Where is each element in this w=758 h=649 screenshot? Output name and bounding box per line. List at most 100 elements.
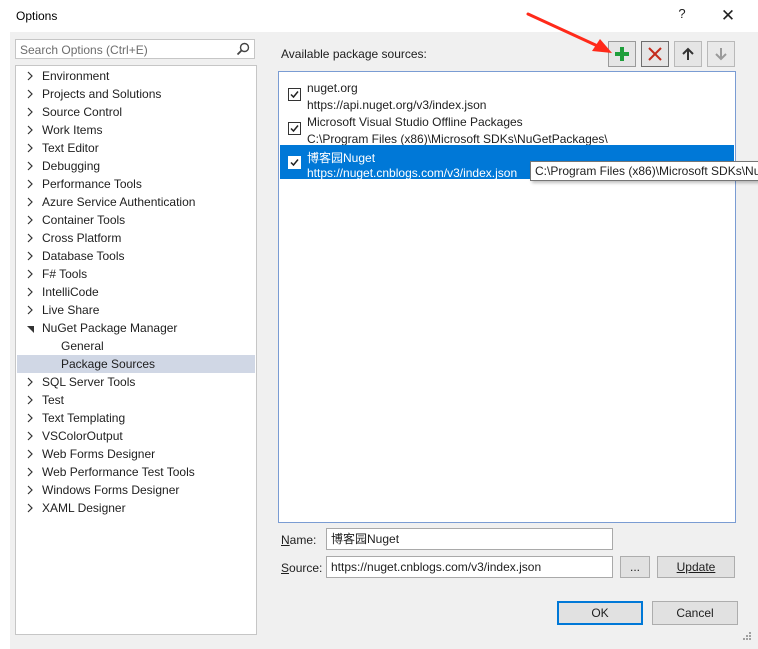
chevron-right-icon[interactable] xyxy=(26,139,36,157)
options-tree[interactable]: Environment Projects and Solutions Source … xyxy=(15,65,257,635)
chevron-right-icon[interactable] xyxy=(26,67,36,85)
tree-item-label: Web Forms Designer xyxy=(42,447,156,461)
tree-item-label: NuGet Package Manager xyxy=(42,321,178,335)
chevron-right-icon[interactable] xyxy=(26,157,36,175)
source-name: Microsoft Visual Studio Offline Packages xyxy=(307,115,523,129)
chevron-right-icon[interactable] xyxy=(26,211,36,229)
tree-item-label: Live Share xyxy=(42,303,100,317)
cancel-button[interactable]: Cancel xyxy=(652,601,738,625)
tree-item[interactable]: Windows Forms Designer xyxy=(17,481,255,499)
tree-item[interactable]: Source Control xyxy=(17,103,255,121)
tree-item-label: VSColorOutput xyxy=(42,429,123,443)
chevron-right-icon[interactable] xyxy=(26,445,36,463)
tree-item-label: Test xyxy=(42,393,65,407)
resize-grip-icon[interactable] xyxy=(738,629,752,643)
source-name: 博客园Nuget xyxy=(307,151,376,165)
tree-item[interactable]: Text Editor xyxy=(17,139,255,157)
chevron-right-icon[interactable] xyxy=(26,499,36,517)
tree-item[interactable]: SQL Server Tools xyxy=(17,373,255,391)
chevron-right-icon[interactable] xyxy=(26,265,36,283)
tree-item-label: F# Tools xyxy=(42,267,88,281)
source-label: Source: xyxy=(281,561,322,575)
source-enabled-checkbox[interactable] xyxy=(288,156,301,169)
tree-item[interactable]: Performance Tools xyxy=(17,175,255,193)
chevron-right-icon[interactable] xyxy=(26,427,36,445)
source-url: https://nuget.cnblogs.com/v3/index.json xyxy=(307,166,518,180)
tree-item[interactable]: Environment xyxy=(17,67,255,85)
chevron-right-icon[interactable] xyxy=(26,103,36,121)
search-icon xyxy=(236,42,250,56)
name-field[interactable]: 博客园Nuget xyxy=(326,528,613,550)
source-enabled-checkbox[interactable] xyxy=(288,122,301,135)
chevron-down-icon[interactable] xyxy=(26,319,36,337)
tree-item[interactable]: Debugging xyxy=(17,157,255,175)
tree-item[interactable]: Cross Platform xyxy=(17,229,255,247)
chevron-right-icon[interactable] xyxy=(26,175,36,193)
chevron-right-icon[interactable] xyxy=(26,409,36,427)
tree-item-label: IntelliCode xyxy=(42,285,99,299)
update-button[interactable]: Update xyxy=(657,556,735,578)
tree-item[interactable]: Web Forms Designer xyxy=(17,445,255,463)
name-label-accesskey: N xyxy=(281,533,290,547)
tree-item[interactable]: Package Sources xyxy=(17,355,255,373)
plus-icon xyxy=(615,47,629,61)
ok-button[interactable]: OK xyxy=(557,601,643,625)
tree-item[interactable]: Database Tools xyxy=(17,247,255,265)
add-source-button[interactable] xyxy=(608,41,636,67)
chevron-right-icon[interactable] xyxy=(26,463,36,481)
background-strip xyxy=(0,0,10,649)
chevron-right-icon[interactable] xyxy=(26,247,36,265)
tree-item-label: Performance Tools xyxy=(42,177,142,191)
tree-item-label: Text Templating xyxy=(42,411,126,425)
tree-item[interactable]: F# Tools xyxy=(17,265,255,283)
tree-item[interactable]: Projects and Solutions xyxy=(17,85,255,103)
move-down-button[interactable] xyxy=(707,41,735,67)
tree-item-label: Text Editor xyxy=(42,141,99,155)
tree-item[interactable]: NuGet Package Manager xyxy=(17,319,255,337)
tree-item[interactable]: Work Items xyxy=(17,121,255,139)
tree-item[interactable]: Azure Service Authentication xyxy=(17,193,255,211)
tree-item[interactable]: Test xyxy=(17,391,255,409)
source-enabled-checkbox[interactable] xyxy=(288,88,301,101)
remove-source-button[interactable] xyxy=(641,41,669,67)
delete-x-icon xyxy=(648,47,662,61)
tree-item[interactable]: Live Share xyxy=(17,301,255,319)
browse-button[interactable]: ... xyxy=(620,556,650,578)
name-label: Name: xyxy=(281,533,316,547)
tree-item[interactable]: VSColorOutput xyxy=(17,427,255,445)
chevron-right-icon[interactable] xyxy=(26,373,36,391)
chevron-right-icon[interactable] xyxy=(26,121,36,139)
tree-item[interactable]: IntelliCode xyxy=(17,283,255,301)
chevron-right-icon[interactable] xyxy=(26,391,36,409)
chevron-right-icon[interactable] xyxy=(26,85,36,103)
tree-item[interactable]: Text Templating xyxy=(17,409,255,427)
source-field[interactable]: https://nuget.cnblogs.com/v3/index.json xyxy=(326,556,613,578)
chevron-right-icon[interactable] xyxy=(26,481,36,499)
source-row[interactable]: Microsoft Visual Studio Offline Packages… xyxy=(280,111,734,146)
tree-item-label: Database Tools xyxy=(42,249,125,263)
path-tooltip: C:\Program Files (x86)\Microsoft SDKs\Nu… xyxy=(530,161,758,181)
window-title: Options xyxy=(16,9,58,23)
help-button[interactable]: ? xyxy=(670,6,694,26)
close-button[interactable]: ✕ xyxy=(712,4,744,28)
chevron-right-icon[interactable] xyxy=(26,301,36,319)
chevron-right-icon[interactable] xyxy=(26,283,36,301)
tree-item-label: SQL Server Tools xyxy=(42,375,136,389)
source-url: C:\Program Files (x86)\Microsoft SDKs\Nu… xyxy=(307,132,608,146)
tree-item[interactable]: Container Tools xyxy=(17,211,255,229)
tree-item-label: Cross Platform xyxy=(42,231,122,245)
package-sources-list[interactable]: nuget.org https://api.nuget.org/v3/index.… xyxy=(278,71,736,523)
search-input[interactable]: Search Options (Ctrl+E) xyxy=(15,39,255,59)
source-row[interactable]: nuget.org https://api.nuget.org/v3/index.… xyxy=(280,77,734,112)
chevron-right-icon[interactable] xyxy=(26,229,36,247)
source-label-accesskey: S xyxy=(281,561,290,575)
move-up-button[interactable] xyxy=(674,41,702,67)
tree-item-label: Projects and Solutions xyxy=(42,87,162,101)
tree-item[interactable]: XAML Designer xyxy=(17,499,255,517)
chevron-right-icon[interactable] xyxy=(26,193,36,211)
tree-item-label: General xyxy=(61,339,104,353)
tree-item[interactable]: General xyxy=(17,337,255,355)
tree-item-label: Environment xyxy=(42,69,110,83)
tree-item[interactable]: Web Performance Test Tools xyxy=(17,463,255,481)
arrow-up-icon xyxy=(682,47,694,60)
